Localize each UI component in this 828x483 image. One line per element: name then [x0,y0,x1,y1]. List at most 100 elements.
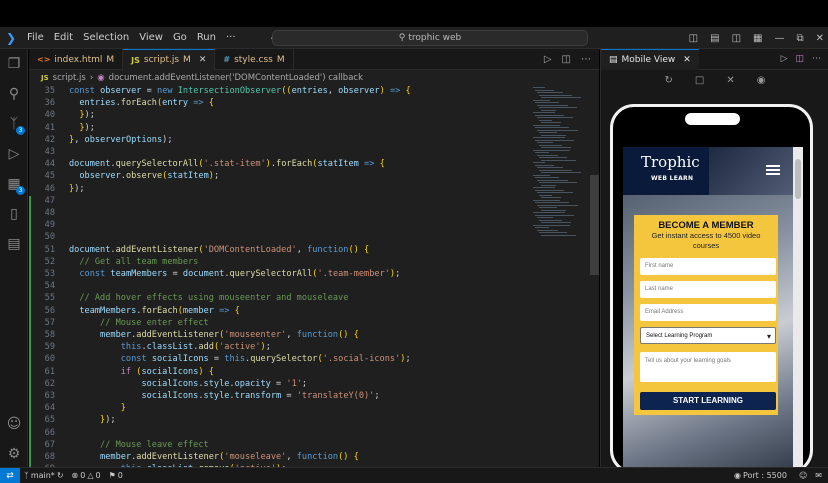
problems-indicator[interactable]: ⊗ 0 △ 0 [68,471,105,480]
source-control-icon[interactable]: ᛉ3 [5,115,25,135]
code-line[interactable]: 64 } [29,402,529,414]
site-scrollbar-thumb[interactable] [795,159,801,199]
code-line[interactable]: 46}); [29,183,529,195]
code-line[interactable]: 65 }); [29,414,529,426]
email-field[interactable]: Email Address [640,304,776,321]
last-name-field[interactable]: Last name [640,281,776,298]
tab-style-css[interactable]: # style.css M [215,49,294,70]
code-line[interactable]: 48 [29,207,529,219]
code-line[interactable]: 35 const observer = new IntersectionObser… [29,85,529,97]
code-line[interactable]: 41 }); [29,122,529,134]
code-line[interactable]: 50 [29,231,529,243]
live-server-port[interactable]: ◉ Port : 5500 [730,471,791,480]
code-line[interactable]: 36 entries.forEach(entry => { [29,97,529,109]
screenshot-camera-icon[interactable]: ◉ [757,75,766,93]
customize-layout-icon[interactable]: ▦ [753,33,762,44]
breadcrumb-file[interactable]: script.js [53,73,86,83]
code-line[interactable]: 54 [29,280,529,292]
settings-gear-icon[interactable]: ⚙ [5,445,23,463]
more-actions-icon[interactable]: ⋯ [812,54,821,64]
minimap-line [533,112,555,113]
minimize-icon[interactable]: — [774,33,784,44]
run-file-icon[interactable]: ▷ [544,54,552,65]
code-line[interactable]: 53 const teamMembers = document.querySel… [29,268,529,280]
code-line[interactable]: 44 document.querySelectorAll('.stat-item'… [29,158,529,170]
js-file-icon: JS [131,55,140,65]
code-line[interactable]: 52 // Get all team members [29,256,529,268]
menu-edit[interactable]: Edit [49,32,78,43]
code-line[interactable]: 67 // Mouse leave effect [29,439,529,451]
more-actions-icon[interactable]: ⋯ [581,54,591,65]
code-line[interactable]: 57 // Mouse enter effect [29,317,529,329]
hamburger-menu-icon[interactable] [766,165,780,175]
code-line[interactable]: 61 if (socialIcons) { [29,366,529,378]
menu-run[interactable]: Run [192,32,221,43]
menu-selection[interactable]: Selection [78,32,134,43]
split-editor-icon[interactable]: ◫ [562,54,571,65]
first-name-field[interactable]: First name [640,258,776,275]
toggle-panel-icon[interactable]: ▤ [710,33,719,44]
code-line[interactable]: 40 }); [29,109,529,121]
program-select[interactable]: Select Learning Program [640,327,776,345]
menu-go[interactable]: Go [168,32,192,43]
copilot-icon[interactable]: ☺ [799,471,807,480]
close-tab-icon[interactable]: ✕ [683,55,691,65]
close-window-icon[interactable]: ✕ [816,33,824,44]
editor-scrollbar[interactable] [590,175,599,275]
run-icon[interactable]: ▷ [781,54,788,64]
breadcrumb-symbol[interactable]: document.addEventListener('DOMContentLoa… [109,73,363,83]
code-line[interactable]: 63 socialIcons.style.transform = 'transl… [29,390,529,402]
notifications-bell-icon[interactable]: ✉ [815,471,822,480]
split-icon[interactable]: ◫ [795,54,804,64]
restore-icon[interactable]: ⧉ [796,33,803,44]
extensions-icon[interactable]: ▦ 3 [5,175,25,195]
info-indicator[interactable]: ⚑ 0 [105,471,127,480]
toggle-secondary-sidebar-icon[interactable]: ◫ [732,33,741,44]
goals-textarea[interactable]: Tell us about your learning goals [640,352,776,382]
menu-view[interactable]: View [134,32,168,43]
search-sidebar-icon[interactable]: ⚲ [5,85,23,103]
remote-indicator-icon[interactable]: ⇄ [0,467,20,483]
minimap-line [537,204,578,206]
minimap-line [541,209,566,211]
mobile-preview-icon[interactable]: ▯ [5,205,23,223]
run-debug-icon[interactable]: ▷ [5,145,23,163]
code-line[interactable]: 42}, observerOptions); [29,134,529,146]
code-line[interactable]: 66 [29,427,529,439]
tab-mobile-view[interactable]: ▤ Mobile View ✕ [601,48,699,70]
stop-icon[interactable]: □ [695,75,704,93]
code-line[interactable]: 60 const socialIcons = this.querySelecto… [29,353,529,365]
remote-explorer-icon[interactable]: ▤ [5,235,23,253]
explorer-icon[interactable]: ❐ [5,55,23,73]
close-preview-icon[interactable]: ✕ [726,75,734,93]
minimap-line [539,144,562,146]
code-line[interactable]: 47 [29,195,529,207]
toggle-sidebar-icon[interactable]: ◫ [689,33,698,44]
code-line[interactable]: 45 observer.observe(statItem); [29,170,529,182]
line-number: 53 [44,269,55,279]
menu-file[interactable]: File [22,32,49,43]
code-line[interactable]: 68 member.addEventListener('mouseleave',… [29,451,529,463]
site-logo[interactable]: Trophic [641,153,700,171]
code-line[interactable]: 51 document.addEventListener('DOMContentL… [29,244,529,256]
start-learning-button[interactable]: START LEARNING [640,392,776,410]
code-line[interactable]: 56 teamMembers.forEach(member => { [29,305,529,317]
menu-more[interactable]: ··· [221,32,241,43]
error-count: 0 [80,471,86,480]
code-line[interactable]: 43 [29,146,529,158]
account-icon[interactable]: ☺ [5,415,23,433]
code-line[interactable]: 58 member.addEventListener('mouseenter',… [29,329,529,341]
code-line[interactable]: 62 socialIcons.style.opacity = '1'; [29,378,529,390]
tab-script-js[interactable]: JS script.js M ✕ [123,49,216,70]
code-line[interactable]: 49 [29,219,529,231]
close-tab-icon[interactable]: ✕ [199,55,207,65]
code-editor[interactable]: 35 const observer = new IntersectionObser… [29,85,529,467]
code-line[interactable]: 59 this.classList.add('active'); [29,341,529,353]
reload-icon[interactable]: ↻ [665,75,673,93]
tab-index-html[interactable]: <> index.html M [29,49,124,70]
code-line[interactable]: 55 // Add hover effects using mouseenter… [29,292,529,304]
branch-indicator[interactable]: ᛉ main* ↻ [20,471,68,480]
command-search-box[interactable]: ⚲ trophic web [272,30,588,46]
sync-icon[interactable]: ↻ [57,471,64,480]
minimap[interactable] [529,85,599,467]
